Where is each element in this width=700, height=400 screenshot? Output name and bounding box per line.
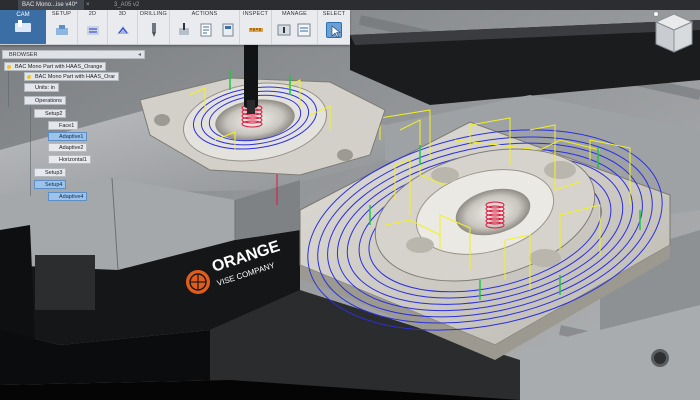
workspace-switcher[interactable]: CAM [0, 10, 46, 44]
group-3d: 3D [108, 10, 138, 44]
visibility-bulb-icon-2[interactable] [27, 75, 31, 79]
tree-adaptive2[interactable]: Adaptive2 [48, 143, 88, 152]
group-2d: 2D [78, 10, 108, 44]
close-tab-icon[interactable]: × [86, 0, 90, 10]
bolt-hole-inner [654, 352, 666, 364]
tree-setup3-label: Setup3 [45, 170, 63, 176]
document-tab-active[interactable]: BAC Mono...ise v40* [18, 0, 84, 10]
tree-setup2-label: Setup2 [45, 111, 63, 117]
group-label-drilling: DRILLING [140, 11, 167, 17]
tree-setup4-label: Setup4 [45, 182, 63, 188]
tree-units[interactable]: Units: in [24, 83, 59, 92]
setup-icon [56, 25, 68, 35]
tree-sub-document[interactable]: BAC Mono Part with HAAS_Orar [24, 72, 120, 81]
left-vise-side [0, 225, 35, 345]
group-setup: SETUP [46, 10, 78, 44]
drill-button[interactable] [146, 22, 162, 38]
group-select: SELECT [318, 10, 350, 44]
group-manage: MANAGE [272, 10, 318, 44]
group-label-select: SELECT [322, 11, 346, 17]
tree-setup3[interactable]: Setup3 [34, 168, 67, 177]
tree-root-document[interactable]: BAC Mono Part with HAAS_Orange [4, 62, 107, 71]
tool-library-icon [277, 24, 291, 36]
tree-adaptive4[interactable]: Adaptive4 [48, 192, 88, 201]
tree-adaptive1-label: Adaptive1 [59, 134, 84, 140]
measure-button[interactable] [248, 22, 264, 38]
tree-units-label: Units: in [35, 85, 55, 91]
tree-setup2[interactable]: Setup2 [34, 109, 67, 118]
select-arrow-icon [331, 25, 341, 38]
group-label-setup: SETUP [51, 11, 72, 17]
tree-horizontal1[interactable]: Horizontal1 [48, 155, 91, 164]
cutting-tool [244, 40, 258, 108]
document-tab-inactive[interactable]: 3_A05 v2 [110, 0, 160, 10]
document-tab-label-2: 3_A05 v2 [114, 2, 140, 8]
group-label-3d: 3D [118, 11, 127, 17]
browser-panel: BROWSER ◂ BAC Mono Part with HAAS_Orange… [0, 50, 145, 205]
tree-root-label: BAC Mono Part with HAAS_Orange [15, 64, 103, 70]
2d-adaptive-button[interactable] [85, 22, 101, 38]
tree-guide [8, 67, 9, 107]
tree-setup4[interactable]: Setup4 [34, 180, 67, 189]
cam-workspace-icon [15, 20, 31, 32]
post-process-icon [200, 23, 212, 37]
simulate-icon [179, 23, 189, 35]
group-inspect: INSPECT [240, 10, 272, 44]
tree-adaptive2-label: Adaptive2 [59, 145, 84, 151]
group-label-manage: MANAGE [281, 11, 308, 17]
template-icon [297, 23, 311, 37]
setup-sheet-button[interactable] [220, 22, 236, 38]
cutting-tool-tip [247, 100, 255, 114]
template-library-button[interactable] [296, 22, 312, 38]
group-label-actions: ACTIONS [191, 11, 218, 17]
new-setup-button[interactable] [54, 22, 70, 38]
2d-toolpath-icon [87, 26, 99, 35]
measure-icon [249, 28, 263, 32]
tree-horizontal1-label: Horizontal1 [59, 157, 87, 163]
group-actions: ACTIONS [170, 10, 240, 44]
post-process-button[interactable] [198, 22, 214, 38]
view-cube-home-icon[interactable] [653, 11, 659, 17]
browser-collapse-icon[interactable]: ◂ [138, 51, 141, 59]
group-drilling: DRILLING [138, 10, 170, 44]
tree-adaptive4-label: Adaptive4 [59, 194, 84, 200]
toolbar-ribbon: CAM SETUP 2D 3D DRILLING ACTIONS INSPECT… [0, 10, 350, 45]
3d-adaptive-button[interactable] [115, 22, 131, 38]
document-tab-bar: BAC Mono...ise v40* × 3_A05 v2 [0, 0, 700, 10]
drill-icon [152, 23, 156, 37]
setup-sheet-icon [222, 23, 234, 37]
view-cube[interactable] [650, 10, 698, 58]
3d-toolpath-icon [117, 26, 129, 34]
tree-guide-2 [30, 106, 31, 196]
left-vise-slot [35, 255, 95, 310]
workspace-label: CAM [16, 12, 30, 18]
tree-operations[interactable]: Operations [24, 96, 66, 105]
tree-face1[interactable]: Face1 [48, 121, 79, 130]
group-label-2d: 2D [88, 11, 97, 17]
tree-adaptive1[interactable]: Adaptive1 [48, 132, 88, 141]
browser-header[interactable]: BROWSER ◂ [2, 50, 145, 59]
group-label-inspect: INSPECT [242, 11, 269, 17]
document-tab-label: BAC Mono...ise v40* [22, 2, 78, 8]
tool-library-button[interactable] [276, 22, 292, 38]
tree-operations-label: Operations [35, 98, 62, 104]
tree-sub-label: BAC Mono Part with HAAS_Orar [35, 74, 116, 80]
browser-title: BROWSER [9, 52, 38, 58]
select-button[interactable] [326, 22, 342, 38]
simulate-button[interactable] [176, 22, 192, 38]
visibility-bulb-icon[interactable] [7, 65, 11, 69]
tree-face1-label: Face1 [59, 123, 75, 129]
